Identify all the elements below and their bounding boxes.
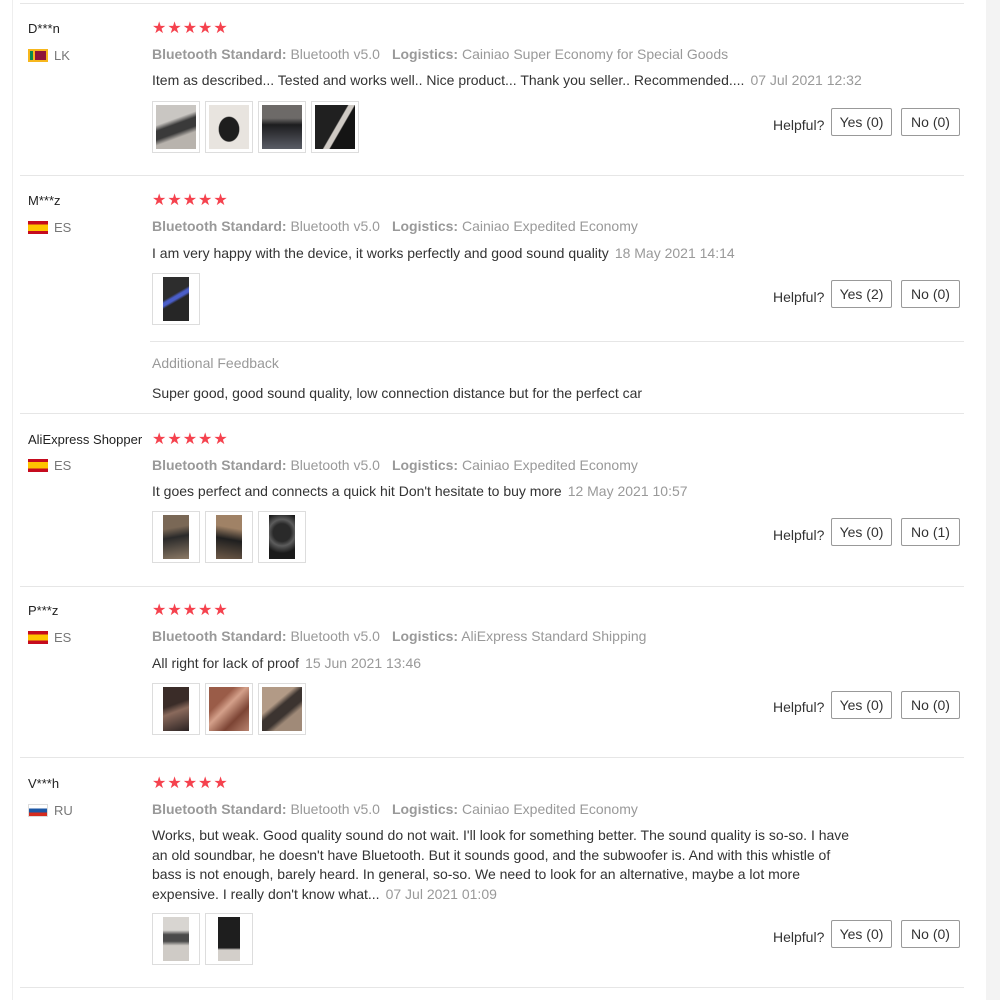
reviewer-country: ES (28, 220, 71, 235)
review-photos (152, 913, 253, 965)
reviewer-name: M***z (28, 193, 61, 208)
star-rating: ★★★★★ (152, 431, 229, 448)
helpful-yes-button[interactable]: Yes (0) (831, 691, 892, 719)
helpful-label: Helpful? (773, 527, 825, 543)
flag-es-icon (28, 631, 48, 644)
flag-lk-icon (28, 49, 48, 62)
helpful-label: Helpful? (773, 929, 825, 945)
helpful-label: Helpful? (773, 289, 825, 305)
helpful-label: Helpful? (773, 699, 825, 715)
helpful-label: Helpful? (773, 117, 825, 133)
review-photo-thumb[interactable] (258, 683, 306, 735)
star-rating: ★★★★★ (152, 602, 229, 619)
reviewer-name: AliExpress Shopper (28, 432, 143, 447)
review-text: All right for lack of proof 15 Jun 2021 1… (152, 655, 422, 671)
review-photos (152, 273, 200, 325)
helpful-yes-button[interactable]: Yes (2) (831, 280, 892, 308)
reviewer-name: V***h (28, 776, 60, 791)
helpful-yes-button[interactable]: Yes (0) (831, 518, 892, 546)
country-code: ES (54, 220, 72, 235)
country-code: RU (54, 803, 73, 818)
reviewer-name: P***z (28, 603, 59, 618)
divider (20, 586, 964, 587)
review-photo-thumb[interactable] (205, 913, 253, 965)
divider (20, 757, 964, 758)
review-photo-thumb[interactable] (152, 101, 200, 153)
country-code: ES (54, 458, 72, 473)
review-date: 18 May 2021 14:14 (614, 245, 735, 261)
review-sku-info: Bluetooth Standard: Bluetooth v5.0 Logist… (152, 218, 638, 234)
country-code: LK (54, 48, 70, 63)
country-code: ES (54, 630, 72, 645)
review-photos (152, 683, 306, 735)
review-photo-thumb[interactable] (152, 683, 200, 735)
review-text: It goes perfect and connects a quick hit… (152, 483, 688, 499)
additional-feedback-text: Super good, good sound quality, low conn… (152, 385, 643, 401)
reviewer-country: ES (28, 630, 71, 645)
page-scrollbar[interactable] (986, 0, 1000, 1000)
reviewer-name: D***n (28, 21, 60, 36)
review-photo-thumb[interactable] (152, 913, 200, 965)
review-date: 15 Jun 2021 13:46 (305, 655, 422, 671)
helpful-no-button[interactable]: No (0) (901, 280, 960, 308)
star-rating: ★★★★★ (152, 20, 229, 37)
divider (20, 3, 964, 4)
helpful-no-button[interactable]: No (1) (901, 518, 960, 546)
review-photo-thumb[interactable] (205, 101, 253, 153)
star-rating: ★★★★★ (152, 775, 229, 792)
reviewer-country: LK (28, 48, 70, 63)
review-date: 07 Jul 2021 01:09 (385, 885, 497, 902)
review-sku-info: Bluetooth Standard: Bluetooth v5.0 Logist… (152, 801, 638, 817)
review-text: Works, but weak. Good quality sound do n… (152, 827, 850, 902)
reviewer-country: ES (28, 458, 71, 473)
divider (20, 413, 964, 414)
reviewer-country: RU (28, 803, 73, 818)
divider (20, 175, 964, 176)
review-sku-info: Bluetooth Standard: Bluetooth v5.0 Logist… (152, 457, 638, 473)
additional-feedback-label: Additional Feedback (152, 355, 279, 371)
helpful-yes-button[interactable]: Yes (0) (831, 920, 892, 948)
review-photo-thumb[interactable] (205, 511, 253, 563)
review-date: 07 Jul 2021 12:32 (750, 72, 862, 88)
review-photo-thumb[interactable] (152, 273, 200, 325)
review-photo-thumb[interactable] (258, 511, 306, 563)
review-sku-info: Bluetooth Standard: Bluetooth v5.0 Logist… (152, 46, 729, 62)
review-text: Item as described... Tested and works we… (152, 72, 862, 88)
divider (150, 341, 964, 342)
review-photos (152, 511, 306, 563)
helpful-no-button[interactable]: No (0) (901, 691, 960, 719)
review-text: I am very happy with the device, it work… (152, 245, 735, 261)
review-photo-thumb[interactable] (152, 511, 200, 563)
flag-es-icon (28, 459, 48, 472)
review-photo-thumb[interactable] (258, 101, 306, 153)
review-date: 12 May 2021 10:57 (567, 483, 688, 499)
flag-ru-icon (28, 804, 48, 817)
divider (20, 987, 964, 988)
review-photo-thumb[interactable] (205, 683, 253, 735)
helpful-no-button[interactable]: No (0) (901, 920, 960, 948)
helpful-no-button[interactable]: No (0) (901, 108, 960, 136)
review-sku-info: Bluetooth Standard: Bluetooth v5.0 Logist… (152, 628, 647, 644)
star-rating: ★★★★★ (152, 192, 229, 209)
flag-es-icon (28, 221, 48, 234)
review-photo-thumb[interactable] (311, 101, 359, 153)
helpful-yes-button[interactable]: Yes (0) (831, 108, 892, 136)
review-photos (152, 101, 359, 153)
